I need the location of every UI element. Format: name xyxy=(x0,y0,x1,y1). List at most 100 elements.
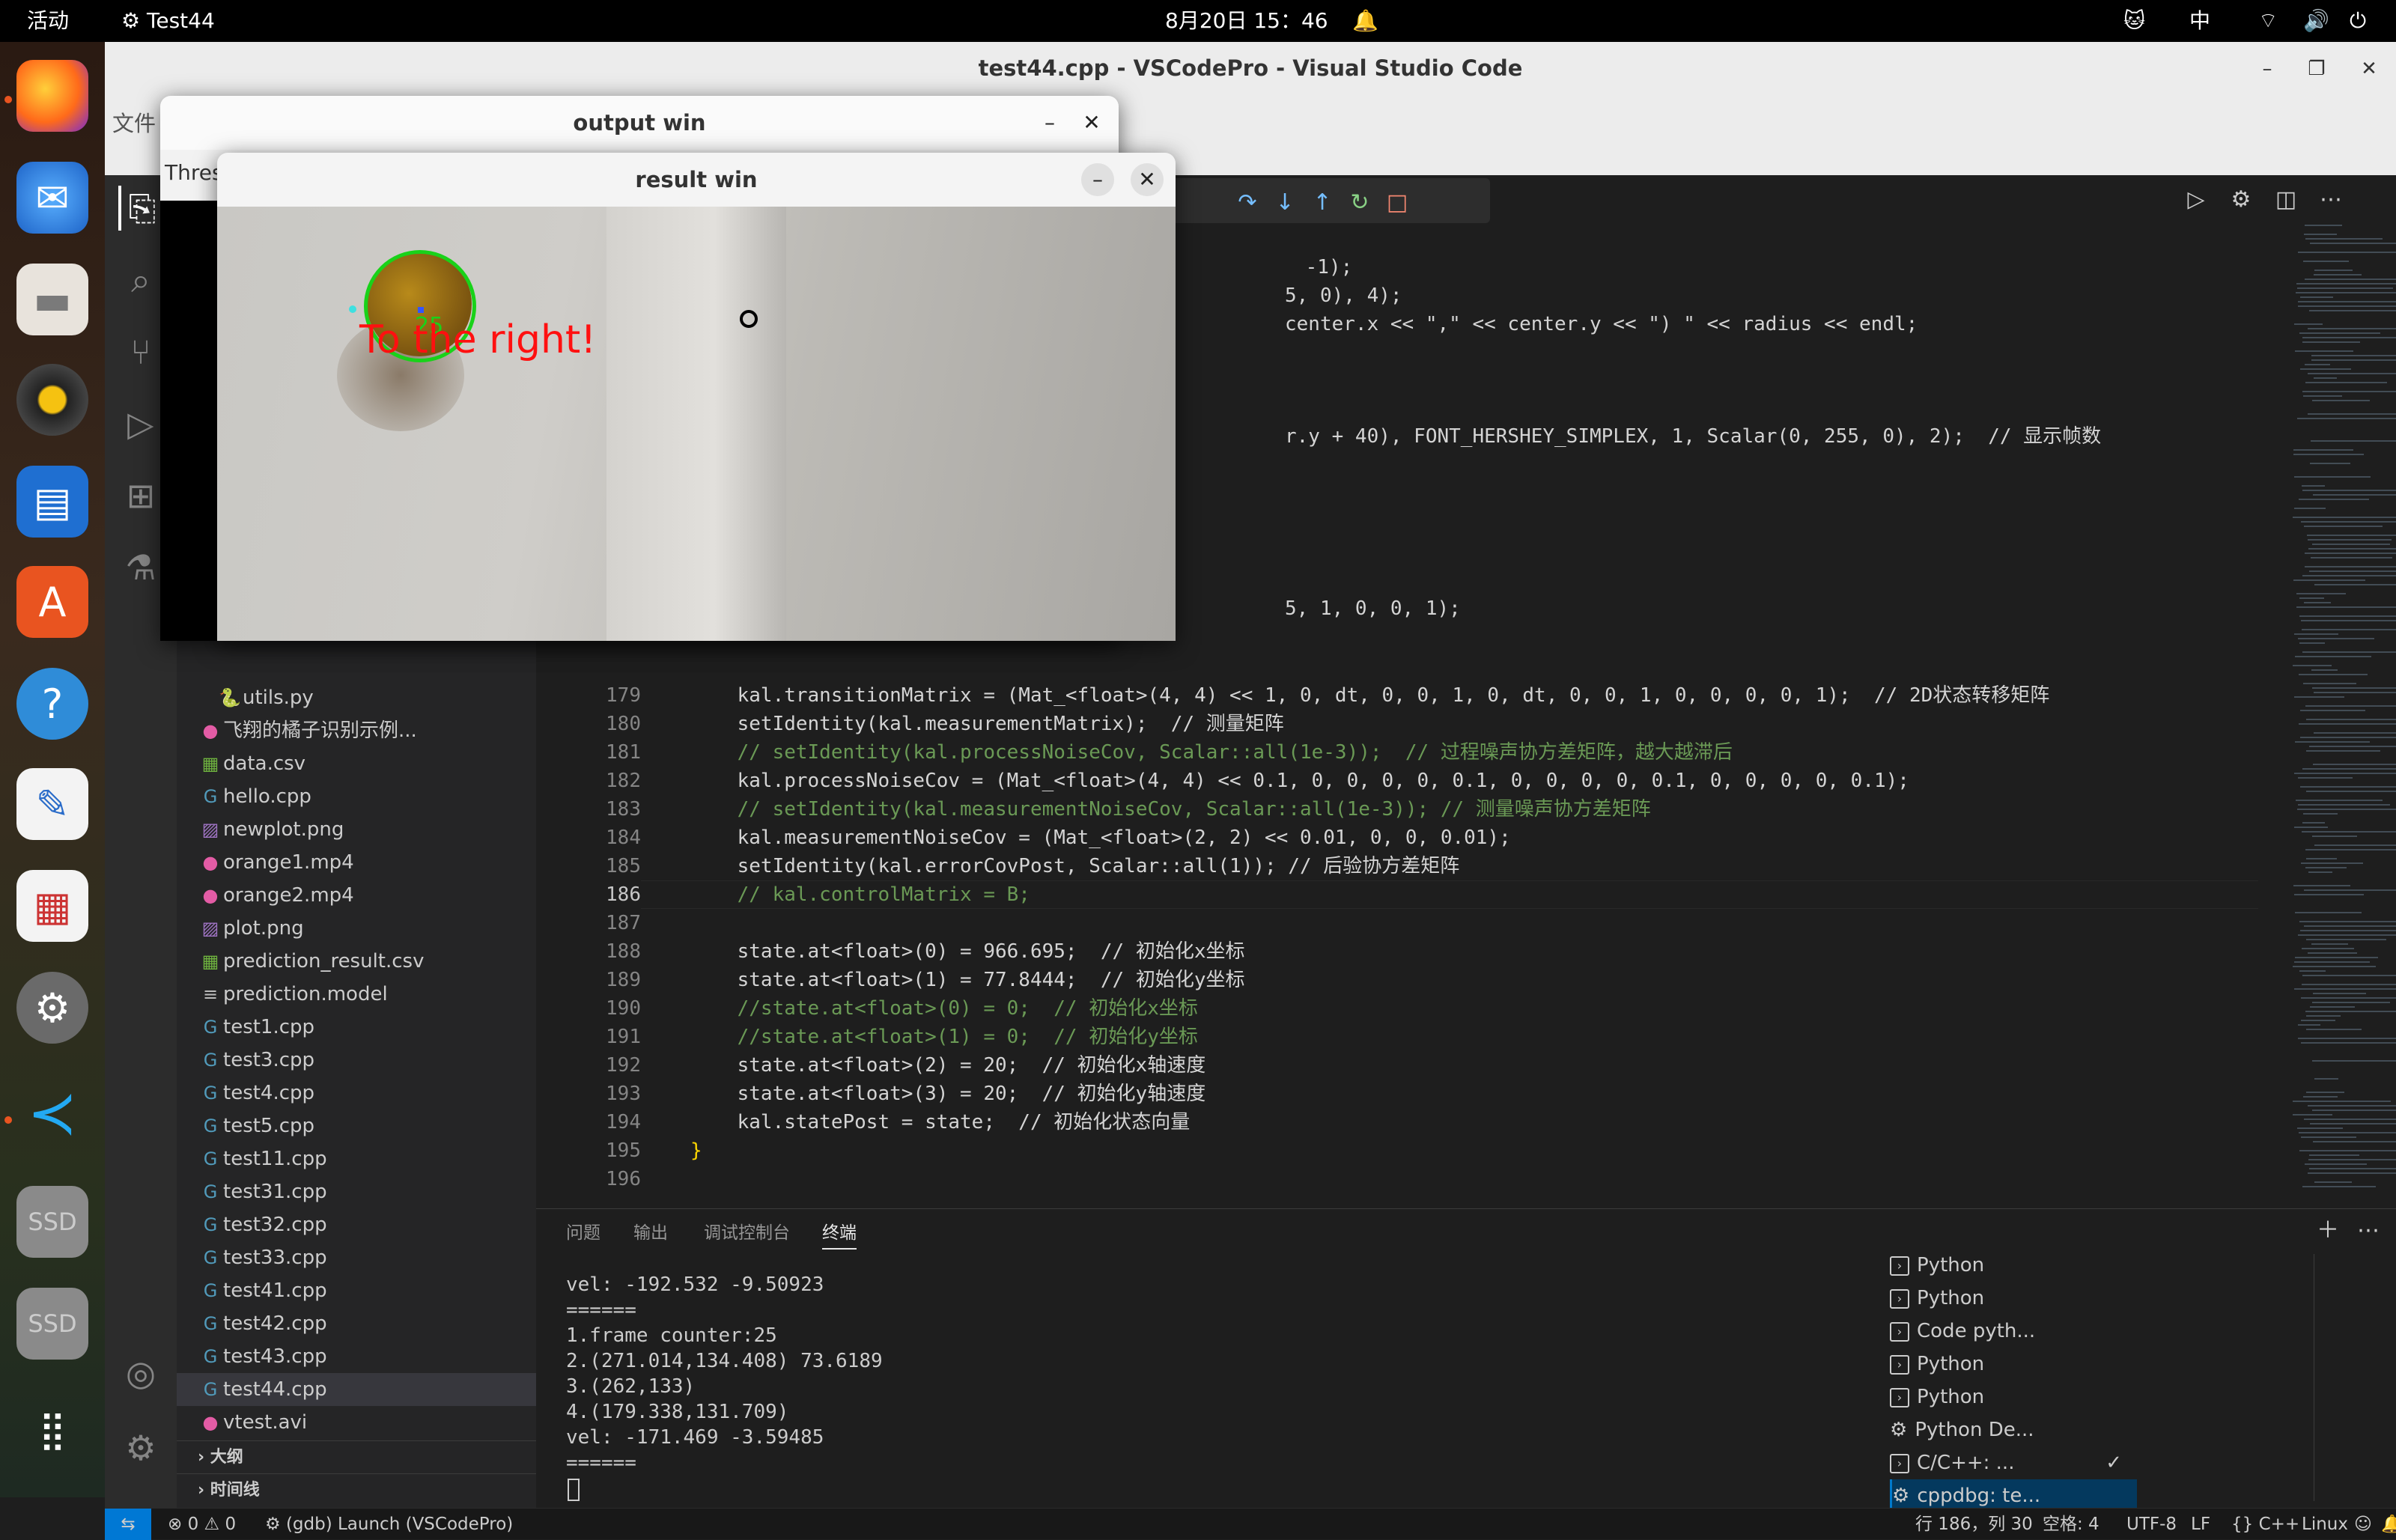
file-item[interactable]: ● vtest.avi xyxy=(177,1406,536,1439)
account-icon[interactable]: ◎ xyxy=(118,1351,163,1396)
file-item[interactable]: Gtest32.cpp xyxy=(177,1208,536,1241)
explorer-icon[interactable]: ⎘ xyxy=(118,186,163,231)
outline-section[interactable]: › 大纲 xyxy=(177,1440,536,1473)
terminal-tab[interactable]: › Python xyxy=(1890,1381,2137,1413)
settings-icon[interactable]: ⚙ xyxy=(16,972,88,1044)
files-icon[interactable]: ▬ xyxy=(16,264,88,335)
file-item[interactable]: ≡ prediction.model xyxy=(177,978,536,1011)
file-item[interactable]: Gtest5.cpp xyxy=(177,1110,536,1142)
app-center-icon[interactable]: A xyxy=(16,566,88,638)
settings-gear-icon[interactable]: ⚙ xyxy=(2224,183,2258,217)
close-button[interactable]: ✕ xyxy=(2356,55,2383,82)
stop-icon[interactable]: □ xyxy=(1382,186,1412,220)
language-mode[interactable]: {} C++ xyxy=(2231,1509,2299,1540)
close-button[interactable]: ✕ xyxy=(1131,163,1164,196)
file-item[interactable]: ▦ prediction_result.csv xyxy=(177,945,536,978)
source-control-icon[interactable]: ⑂ xyxy=(118,329,163,374)
minimize-button[interactable]: – xyxy=(1081,163,1114,196)
file-item[interactable]: Gtest4.cpp xyxy=(177,1077,536,1110)
search-icon[interactable]: ⌕ xyxy=(118,258,163,302)
encoding[interactable]: UTF-8 xyxy=(2126,1509,2177,1540)
file-item[interactable]: ▨ newplot.png xyxy=(177,813,536,846)
indentation[interactable]: 空格: 4 xyxy=(2043,1509,2099,1540)
document-viewer-icon[interactable]: ▦ xyxy=(16,870,88,942)
tab-problems[interactable]: 问题 xyxy=(566,1217,600,1250)
video-file-icon: ● xyxy=(202,852,219,873)
thunderbird-icon[interactable]: ✉ xyxy=(16,162,88,234)
rhythmbox-icon[interactable] xyxy=(16,364,88,436)
file-item[interactable]: Gtest3.cpp xyxy=(177,1044,536,1077)
remote-icon[interactable]: ⇆ xyxy=(105,1509,151,1540)
file-item[interactable]: Gtest33.cpp xyxy=(177,1241,536,1274)
file-item[interactable]: Ghello.cpp xyxy=(177,780,536,813)
power-icon[interactable]: ⏻ xyxy=(2350,0,2366,42)
problems-count[interactable]: ⊗ 0 ⚠ 0 xyxy=(168,1509,236,1540)
eol[interactable]: LF xyxy=(2191,1509,2210,1540)
terminal-tab[interactable]: › Python xyxy=(1890,1249,2137,1282)
run-icon[interactable]: ▷ xyxy=(2179,183,2213,217)
maximize-button[interactable]: ❐ xyxy=(2303,55,2330,82)
cursor-position[interactable]: 行 186，列 30 xyxy=(1915,1509,2033,1540)
tab-output[interactable]: 输出 xyxy=(633,1217,668,1250)
file-item[interactable]: ● orange1.mp4 xyxy=(177,846,536,879)
file-item[interactable]: ● orange2.mp4 xyxy=(177,879,536,912)
terminal-tab[interactable]: ⚙ Python De... xyxy=(1890,1413,2137,1446)
testing-icon[interactable]: ⚗ xyxy=(118,545,163,590)
debug-launch[interactable]: ⚙ (gdb) Launch (VSCodePro) xyxy=(265,1509,513,1540)
tab-terminal[interactable]: 终端 xyxy=(822,1217,857,1250)
maximize-panel-icon[interactable]: ︿ xyxy=(2392,1214,2396,1248)
vscode-icon[interactable]: ≺ xyxy=(16,1077,88,1148)
terminal-tab[interactable]: › Python xyxy=(1890,1282,2137,1315)
step-out-icon[interactable]: ↑ xyxy=(1307,186,1337,220)
file-item[interactable]: Gtest42.cpp xyxy=(177,1307,536,1340)
clock[interactable]: 8月20日 15：46 xyxy=(1165,0,1328,42)
timeline-section[interactable]: › 时间线 xyxy=(177,1473,536,1506)
file-item[interactable]: 🐍utils.py xyxy=(177,681,536,714)
restart-icon[interactable]: ↻ xyxy=(1345,186,1375,220)
file-item[interactable]: Gtest11.cpp xyxy=(177,1142,536,1175)
minimap-line xyxy=(2306,791,2396,792)
ssd-drive-icon[interactable]: SSD xyxy=(16,1186,88,1258)
terminal-tab[interactable]: › C/C++: ... ✓ xyxy=(1890,1446,2137,1479)
more-actions-icon[interactable]: ⋯ xyxy=(2314,183,2348,217)
run-debug-icon[interactable]: ▷ xyxy=(118,401,163,446)
menu-file[interactable]: 文件 xyxy=(112,106,156,138)
app-menu[interactable]: ⚙ Test44 xyxy=(121,0,215,42)
minimize-button[interactable]: – xyxy=(1033,106,1066,139)
terminal-tab[interactable]: › Code pyth... xyxy=(1890,1315,2137,1348)
step-into-icon[interactable]: ↓ xyxy=(1270,186,1300,220)
more-actions-icon[interactable]: ⋯ xyxy=(2351,1214,2386,1248)
help-icon[interactable]: ? xyxy=(16,668,88,740)
input-method[interactable]: 中 xyxy=(2189,0,2210,42)
show-apps-icon[interactable]: ⣿ xyxy=(16,1394,88,1466)
file-item[interactable]: ▦ data.csv xyxy=(177,747,536,780)
file-item-selected[interactable]: Gtest44.cpp xyxy=(177,1373,536,1406)
file-item[interactable]: ▨ plot.png xyxy=(177,912,536,945)
close-button[interactable]: ✕ xyxy=(1075,106,1108,139)
split-editor-icon[interactable]: ◫ xyxy=(2269,183,2303,217)
file-item[interactable]: Gtest1.cpp xyxy=(177,1011,536,1044)
volume-icon[interactable]: 🔊 xyxy=(2303,0,2329,42)
file-item[interactable]: Gtest31.cpp xyxy=(177,1175,536,1208)
notifications-icon[interactable]: 🔔 xyxy=(2381,1509,2396,1540)
add-terminal-icon[interactable]: ＋ xyxy=(2311,1214,2345,1248)
cat-tray-icon[interactable]: 🐱 xyxy=(2123,0,2145,42)
minimize-button[interactable]: – xyxy=(2254,55,2281,82)
platform[interactable]: Linux xyxy=(2302,1509,2348,1540)
firefox-icon[interactable] xyxy=(16,60,88,132)
terminal-tab[interactable]: › Python xyxy=(1890,1348,2137,1381)
activities-button[interactable]: 活动 xyxy=(27,0,69,42)
text-editor-icon[interactable]: ✎ xyxy=(16,768,88,840)
writer-icon[interactable]: ▤ xyxy=(16,466,88,538)
file-item[interactable]: Gtest41.cpp xyxy=(177,1274,536,1307)
ssd-drive-icon[interactable]: SSD xyxy=(16,1288,88,1360)
minimap[interactable] xyxy=(2288,225,2396,1198)
file-item[interactable]: ● 飞翔的橘子识别示例... xyxy=(177,714,536,747)
wifi-icon[interactable]: ⌔ xyxy=(2258,0,2278,42)
extensions-icon[interactable]: ⊞ xyxy=(118,473,163,518)
manage-gear-icon[interactable]: ⚙ xyxy=(118,1425,163,1470)
tab-debug-console[interactable]: 调试控制台 xyxy=(704,1217,790,1250)
file-item[interactable]: Gtest43.cpp xyxy=(177,1340,536,1373)
step-over-icon[interactable]: ↷ xyxy=(1232,186,1262,220)
feedback-icon[interactable]: ☺ xyxy=(2354,1509,2372,1540)
